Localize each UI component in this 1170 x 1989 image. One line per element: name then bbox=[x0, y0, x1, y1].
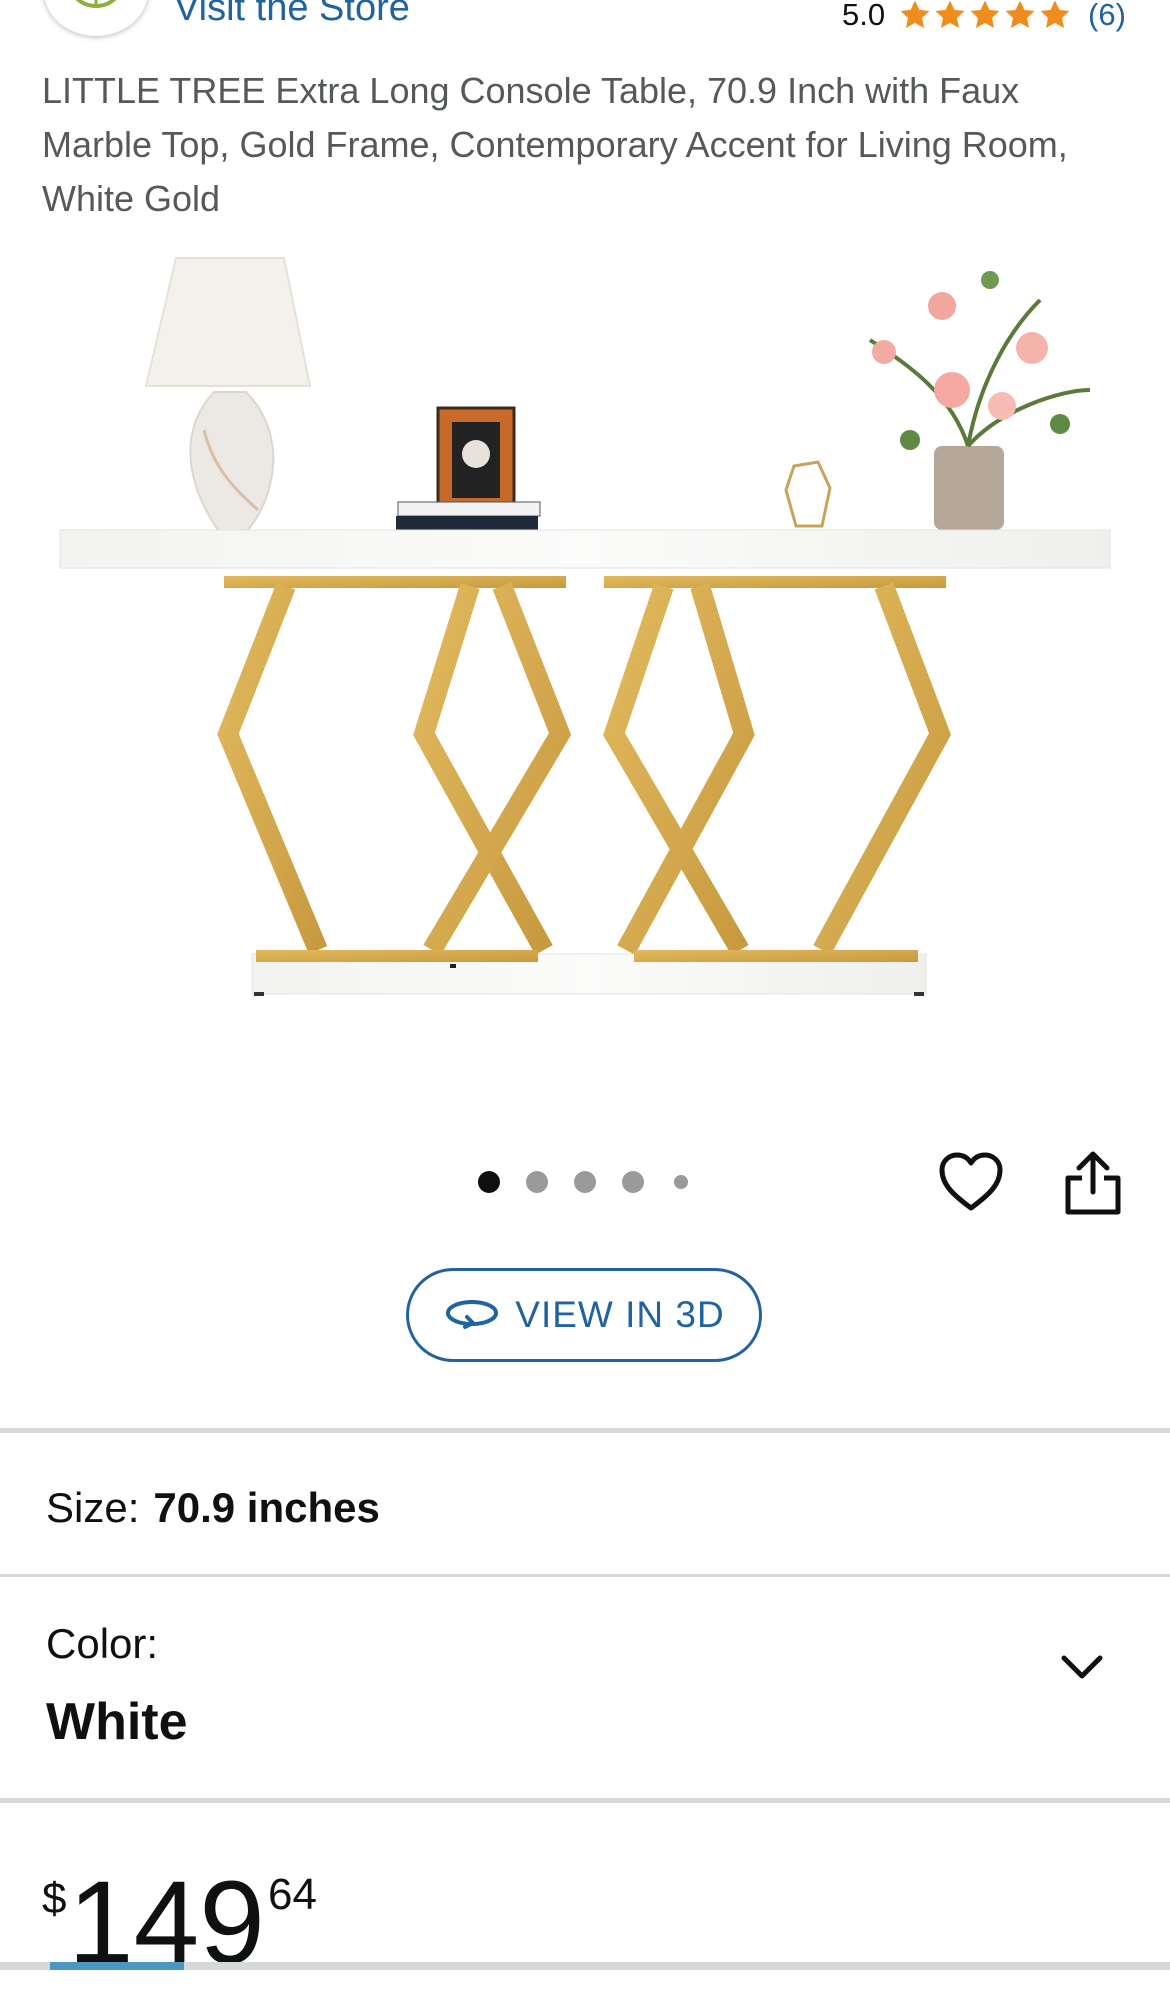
gold-frame bbox=[217, 582, 951, 956]
carousel-dot[interactable] bbox=[622, 1171, 644, 1193]
bottom-bar-accent bbox=[50, 1962, 184, 1970]
star-icon bbox=[970, 0, 1000, 29]
rating-stars[interactable] bbox=[898, 0, 1072, 34]
carousel-dot[interactable] bbox=[526, 1171, 548, 1193]
visit-store-link[interactable]: Visit the Store bbox=[174, 0, 410, 30]
flower-vase-decoration bbox=[868, 271, 1091, 530]
color-value[interactable]: White bbox=[46, 1690, 188, 1754]
lamp-decoration bbox=[144, 257, 312, 533]
price-fraction: 64 bbox=[268, 1870, 317, 1919]
carousel-dot[interactable] bbox=[574, 1171, 596, 1193]
candle-holder-decoration bbox=[784, 460, 832, 528]
share-button[interactable] bbox=[1058, 1148, 1128, 1223]
view-in-3d-label: VIEW IN 3D bbox=[515, 1294, 725, 1335]
frame-decoration bbox=[396, 406, 541, 530]
star-icon bbox=[1005, 0, 1035, 29]
price-currency-symbol: $ bbox=[42, 1874, 67, 1923]
product-image[interactable] bbox=[0, 240, 1170, 1070]
carousel-dot[interactable] bbox=[674, 1175, 688, 1189]
rating-value: 5.0 bbox=[842, 0, 886, 32]
rotate-3d-icon bbox=[446, 1300, 499, 1329]
size-selector[interactable]: Size: 70.9 inches bbox=[46, 1480, 380, 1536]
share-icon bbox=[1065, 1151, 1121, 1215]
store-logo[interactable] bbox=[44, 0, 148, 36]
store-logo-icon bbox=[75, 0, 117, 8]
table-top bbox=[59, 529, 1111, 569]
color-dropdown-toggle[interactable] bbox=[1058, 1650, 1106, 1691]
section-divider bbox=[0, 1798, 1170, 1803]
carousel-dot-active[interactable] bbox=[478, 1171, 500, 1193]
console-table-illustration bbox=[59, 257, 1111, 996]
rating-count-link[interactable]: (6) bbox=[1088, 0, 1126, 34]
carousel-indicator[interactable] bbox=[478, 1171, 714, 1193]
chevron-down-icon bbox=[1061, 1655, 1103, 1679]
heart-icon bbox=[939, 1152, 1003, 1211]
wishlist-button[interactable] bbox=[938, 1152, 1004, 1219]
section-divider bbox=[0, 1428, 1170, 1433]
star-icon bbox=[900, 0, 930, 29]
star-icon bbox=[1040, 0, 1070, 29]
color-label: Color: bbox=[46, 1620, 159, 1667]
star-icon bbox=[935, 0, 965, 29]
view-in-3d-button[interactable]: VIEW IN 3D bbox=[406, 1268, 762, 1362]
section-divider bbox=[0, 1574, 1170, 1577]
product-title: LITTLE TREE Extra Long Console Table, 70… bbox=[42, 70, 1068, 219]
size-value: 70.9 inches bbox=[153, 1484, 380, 1531]
size-label: Size: bbox=[46, 1484, 140, 1531]
